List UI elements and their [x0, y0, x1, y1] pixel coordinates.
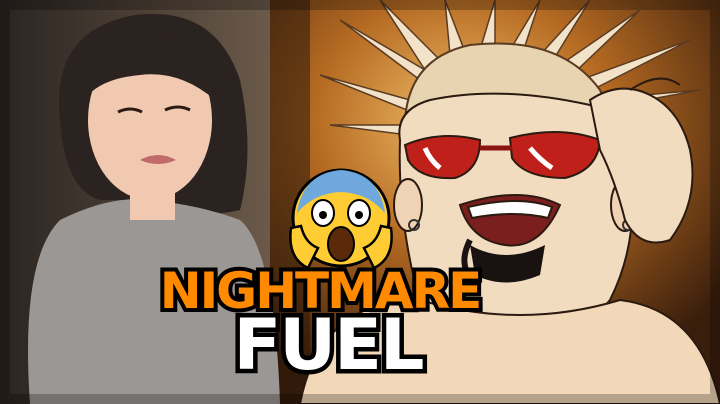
video-thumbnail[interactable]: NIGHTMARE FUEL [0, 0, 720, 404]
face-screaming-in-fear-icon [289, 168, 393, 270]
title-line-2: FUEL [229, 300, 429, 391]
